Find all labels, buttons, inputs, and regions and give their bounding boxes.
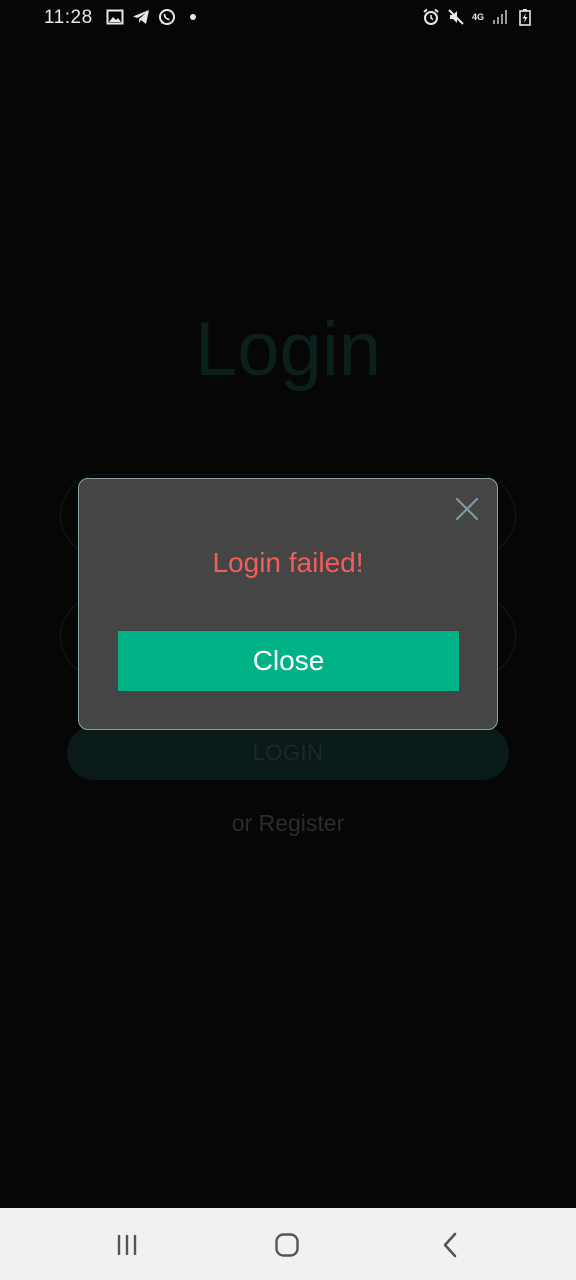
register-link: or Register <box>231 810 345 836</box>
login-failed-dialog: Login failed! Close <box>78 478 498 730</box>
status-time: 11:28 <box>44 7 93 28</box>
alarm-icon <box>423 8 439 25</box>
status-left-icons <box>106 8 196 26</box>
status-bar: 11:28 4G <box>0 0 576 36</box>
telegram-icon <box>133 10 149 24</box>
mute-icon <box>448 9 464 25</box>
4g-icon: 4G <box>472 11 485 22</box>
recent-apps-icon[interactable] <box>114 1232 140 1258</box>
signal-icon <box>493 10 507 24</box>
whatsapp-icon <box>159 9 175 25</box>
notification-dot-icon <box>190 14 196 20</box>
battery-charging-icon <box>519 9 531 26</box>
status-right-icons: 4G <box>422 8 534 26</box>
error-message: Login failed! <box>212 547 364 578</box>
navigation-bar <box>0 1208 576 1280</box>
screen: 11:28 4G Login LOGIN or Register Login f… <box>0 0 576 1280</box>
home-icon[interactable] <box>274 1232 300 1258</box>
login-title: Login <box>195 307 381 392</box>
back-icon[interactable] <box>438 1232 464 1258</box>
close-button[interactable]: Close <box>118 631 459 691</box>
login-button: LOGIN <box>67 726 509 780</box>
gallery-icon <box>106 9 124 25</box>
close-icon[interactable] <box>455 497 479 521</box>
